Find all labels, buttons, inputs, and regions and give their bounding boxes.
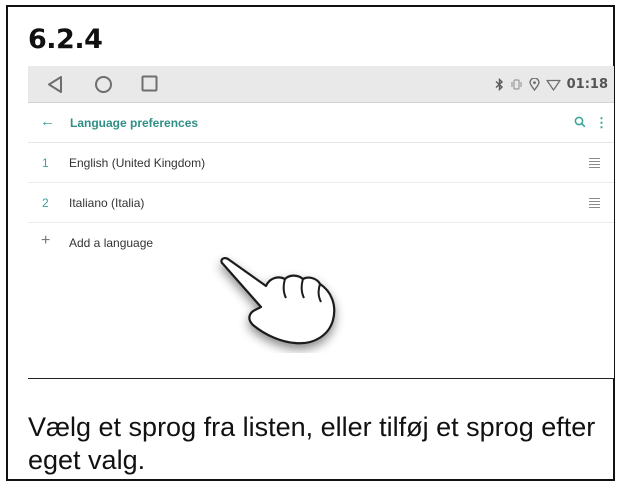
home-icon[interactable] — [94, 75, 113, 94]
app-bar: ← Language preferences ⋮ — [28, 104, 614, 143]
status-time: 01:18 — [566, 77, 608, 92]
pointing-hand-icon — [220, 256, 336, 345]
add-language-label: Add a language — [69, 236, 154, 250]
language-index: 1 — [42, 156, 49, 170]
language-list: 1 English (United Kingdom) 2 Italiano (I… — [28, 143, 614, 262]
drag-handle-icon[interactable] — [589, 158, 600, 170]
more-vertical-icon[interactable]: ⋮ — [595, 115, 608, 131]
search-icon[interactable] — [574, 116, 586, 128]
language-row[interactable]: 2 Italiano (Italia) — [28, 183, 614, 223]
bluetooth-icon — [495, 78, 504, 91]
step-number: 6.2.4 — [28, 24, 103, 55]
wifi-icon — [545, 79, 561, 91]
language-row[interactable]: 1 English (United Kingdom) — [28, 143, 614, 183]
instruction-caption: Vælg et sprog fra listen, eller tilføj e… — [28, 412, 596, 475]
recents-icon[interactable] — [141, 75, 158, 92]
status-bar: 01:18 — [28, 66, 614, 103]
status-icons: 01:18 — [495, 66, 608, 103]
language-index: 2 — [42, 196, 49, 210]
location-icon — [528, 78, 540, 91]
back-icon[interactable] — [46, 75, 64, 94]
arrow-left-icon[interactable]: ← — [40, 113, 55, 130]
language-name: Italiano (Italia) — [69, 196, 145, 210]
vibrate-icon — [510, 78, 523, 91]
plus-icon: + — [41, 232, 51, 249]
language-name: English (United Kingdom) — [69, 156, 206, 170]
page-title: Language preferences — [70, 116, 199, 130]
drag-handle-icon[interactable] — [589, 198, 600, 210]
device-screen: 01:18 ← Language preferences ⋮ 1 English… — [28, 66, 614, 379]
